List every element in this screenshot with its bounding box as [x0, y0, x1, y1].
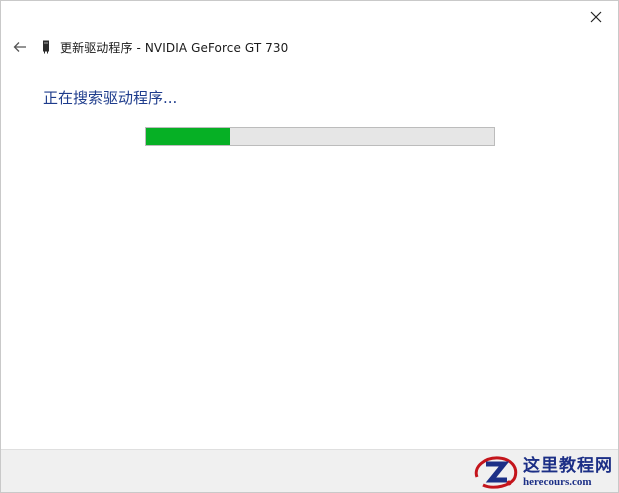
dialog-header: 更新驱动程序 - NVIDIA GeForce GT 730 [1, 35, 288, 59]
back-arrow-icon [13, 42, 26, 52]
update-driver-dialog: 更新驱动程序 - NVIDIA GeForce GT 730 正在搜索驱动程序.… [0, 0, 619, 493]
watermark-url-text: herecours.com [523, 476, 592, 488]
close-icon [590, 11, 602, 23]
dialog-title: 更新驱动程序 - NVIDIA GeForce GT 730 [60, 40, 289, 55]
back-button[interactable] [10, 37, 30, 57]
watermark-chinese-text: 这里教程网 [523, 456, 613, 476]
status-text: 正在搜索驱动程序... [43, 89, 178, 107]
graphics-card-icon [42, 40, 52, 54]
site-logo-icon [474, 456, 518, 489]
search-progress-bar [145, 127, 495, 146]
site-watermark: 这里教程网 herecours.com [471, 453, 613, 491]
progress-fill [146, 128, 230, 145]
close-button[interactable] [582, 5, 610, 29]
